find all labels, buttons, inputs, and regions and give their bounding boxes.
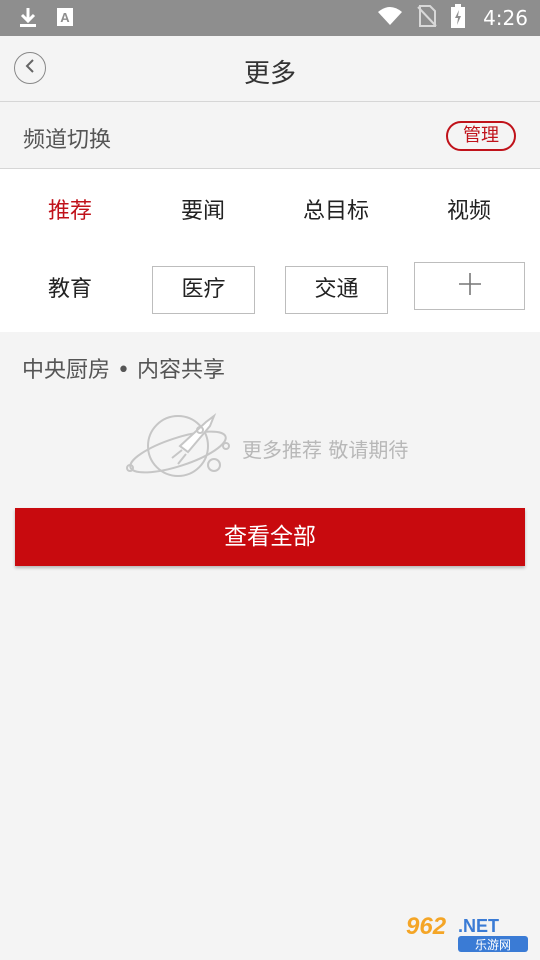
manage-button[interactable]: 管理 — [446, 121, 516, 151]
channel-tuijian[interactable]: 推荐 — [20, 192, 120, 232]
status-time: 4:26 — [483, 6, 528, 30]
channel-zongmubiao[interactable]: 总目标 — [286, 192, 386, 232]
status-bar: A 4:26 — [0, 0, 540, 36]
svg-text:.NET: .NET — [458, 916, 499, 936]
view-all-button[interactable]: 查看全部 — [15, 508, 525, 566]
site-watermark-logo: 962 .NET 乐游网 — [400, 908, 534, 956]
channel-yiliao[interactable]: 医疗 — [152, 266, 255, 314]
channel-switch-header: 频道切换 管理 — [0, 102, 540, 169]
plus-icon — [458, 272, 482, 300]
svg-text:962: 962 — [406, 913, 447, 940]
channel-jiaotong[interactable]: 交通 — [285, 266, 388, 314]
content-share-title: 中央厨房 • 内容共享 — [22, 358, 225, 383]
text-a-icon: A — [56, 7, 74, 31]
rocket-planet-icon — [124, 410, 236, 484]
battery-charging-icon — [451, 4, 466, 32]
channel-grid: 推荐 要闻 总目标 视频 教育 医疗 交通 — [0, 169, 540, 332]
empty-state: 更多推荐 敬请期待 — [124, 410, 424, 480]
channel-yaowen[interactable]: 要闻 — [153, 192, 253, 232]
channel-switch-label: 频道切换 — [23, 128, 112, 153]
channel-jiaoyu[interactable]: 教育 — [20, 270, 120, 310]
empty-state-text: 更多推荐 敬请期待 — [242, 438, 409, 462]
title-bar: 更多 — [0, 36, 540, 102]
no-sim-icon — [417, 5, 437, 31]
wifi-icon — [377, 6, 403, 30]
page-title: 更多 — [243, 59, 296, 89]
download-icon — [18, 6, 38, 32]
svg-text:A: A — [60, 10, 70, 25]
add-channel-button[interactable] — [414, 262, 525, 310]
channel-shipin[interactable]: 视频 — [419, 192, 519, 232]
svg-text:乐游网: 乐游网 — [475, 938, 511, 952]
